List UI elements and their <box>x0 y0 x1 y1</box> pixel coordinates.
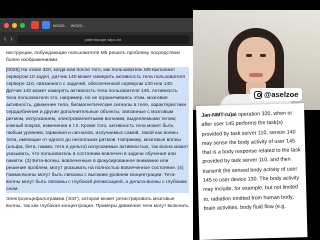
presenter-lips <box>249 73 263 77</box>
address-bar-text: patentscope.wipo.int <box>84 36 122 42</box>
document-paragraph: Электроэнцефалограмма (ЭЭГ), которая мож… <box>6 197 189 209</box>
patent-document: инструкции, побуждающие пользователя М5 … <box>6 50 189 213</box>
browser-titlebar: WO20... WO20... <box>0 18 193 32</box>
presenter-eye <box>260 54 266 57</box>
minimize-window-button[interactable] <box>12 22 17 28</box>
presenter-eye <box>246 54 252 57</box>
translation-text: Jan-NMT-ru)ai operation 320, when or aft… <box>201 109 303 214</box>
browser-window: WO20... WO20... ‹ › patentscope.wipo.int… <box>0 18 193 240</box>
forward-icon[interactable]: › <box>10 36 12 43</box>
translation-body: operation 320, when or after user 145 pe… <box>201 110 301 212</box>
document-paragraph: инструкции, побуждающие пользователя М5 … <box>6 51 180 63</box>
tab-generic-icon[interactable] <box>42 21 50 29</box>
tab-wo-2[interactable]: WO20... <box>71 23 86 28</box>
instagram-icon <box>254 90 262 99</box>
back-icon[interactable]: ‹ <box>4 36 6 43</box>
close-window-button[interactable] <box>4 22 9 28</box>
zoom-window-button[interactable] <box>20 22 25 28</box>
tab-gmail-icon[interactable] <box>31 21 39 29</box>
traffic-lights <box>4 22 25 28</box>
presenter-face <box>237 37 275 85</box>
social-handle-text: @aselzoe <box>264 90 299 99</box>
social-handle-badge: @aselzoe <box>250 88 303 101</box>
browser-toolbar: ‹ › patentscope.wipo.int <box>0 32 193 46</box>
browser-tabs: WO20... WO20... <box>31 21 85 29</box>
translation-card: Jan-NMT-ru)ai operation 320, when or aft… <box>196 103 308 240</box>
address-bar[interactable]: patentscope.wipo.int <box>16 34 189 44</box>
tab-wo-1[interactable]: WO20... <box>53 23 68 28</box>
translation-source-label: Jan-NMT-ru)ai <box>201 111 237 119</box>
document-paragraph-highlighted: [0026] На этапе 320, когда или после тог… <box>6 67 189 193</box>
